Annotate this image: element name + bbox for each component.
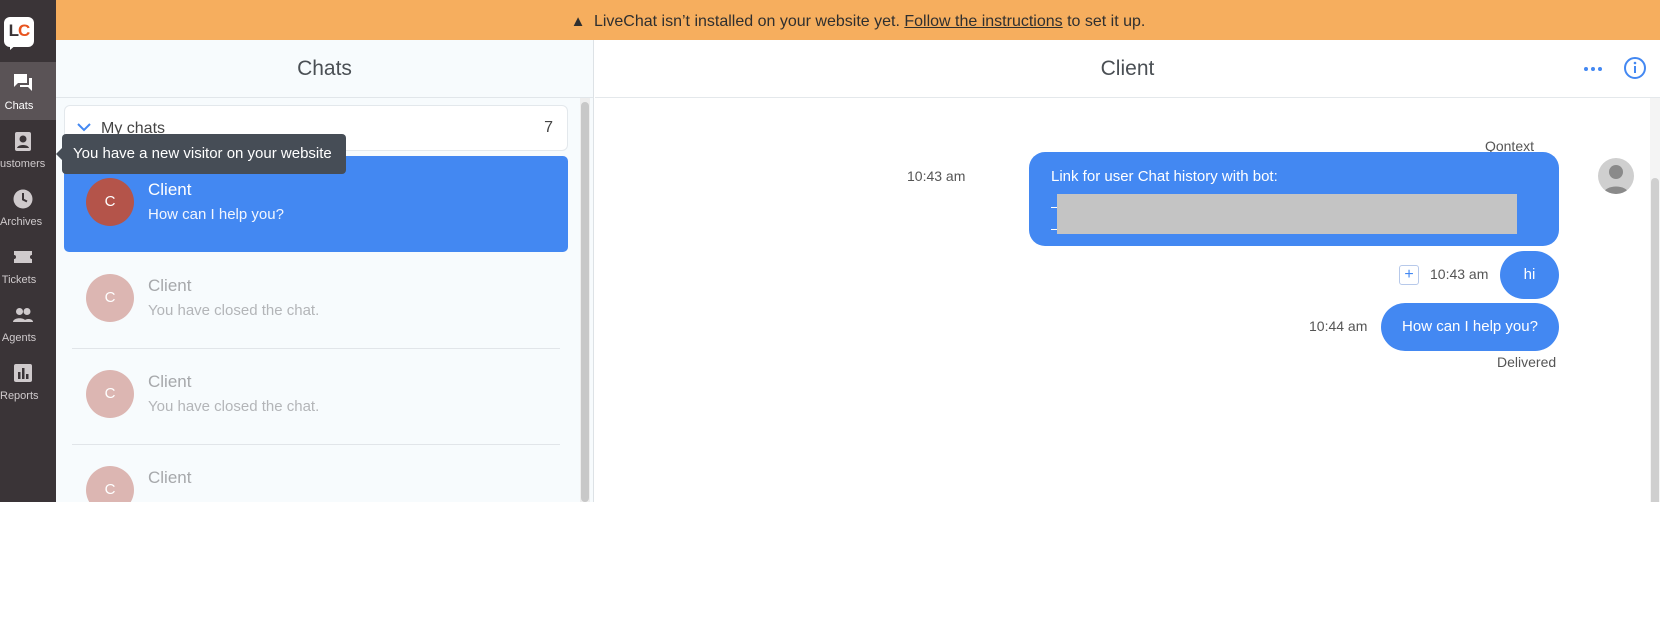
message-time: 10:44 am bbox=[1309, 318, 1368, 334]
reports-icon bbox=[14, 364, 32, 382]
customers-icon bbox=[15, 132, 31, 151]
rail-item-label: Agents bbox=[1, 332, 37, 344]
redacted-link bbox=[1057, 194, 1517, 234]
message-bubble: Link for user Chat history with bot: bbox=[1029, 152, 1559, 246]
chat-item-name: Client bbox=[148, 180, 192, 199]
chat-item-preview: You have closed the chat. bbox=[148, 398, 320, 415]
chat-list-item[interactable]: C Client You have closed the chat. bbox=[64, 348, 568, 444]
chevron-down-icon bbox=[77, 123, 91, 132]
conversation-panel: Client Qontext 10:43 am Link for user Ch… bbox=[595, 40, 1660, 502]
livechat-logo[interactable]: LC bbox=[4, 17, 34, 47]
archives-icon bbox=[13, 189, 33, 209]
rail-item-label: Tickets bbox=[1, 274, 37, 286]
chat-item-name: Client bbox=[148, 372, 192, 391]
rail-item-chats[interactable]: Chats bbox=[0, 62, 56, 120]
more-options-button[interactable] bbox=[1579, 56, 1607, 82]
message-time: 10:43 am bbox=[1430, 266, 1489, 282]
livechat-app: LC Chats ustomers Archives Tickets Agent… bbox=[0, 0, 1660, 502]
info-button[interactable] bbox=[1621, 54, 1649, 82]
info-icon bbox=[1624, 57, 1646, 79]
follow-instructions-link[interactable]: Follow the instructions bbox=[904, 13, 1062, 30]
agents-icon bbox=[13, 308, 33, 322]
my-chats-count: 7 bbox=[544, 119, 553, 136]
rail-item-label: ustomers bbox=[0, 158, 46, 170]
rail-item-reports[interactable]: Reports bbox=[0, 352, 56, 410]
chat-item-name: Client bbox=[148, 276, 192, 295]
install-warning-banner: ▲ LiveChat isn’t installed on your websi… bbox=[56, 0, 1660, 40]
chats-scrollbar[interactable] bbox=[580, 98, 590, 502]
nav-rail: LC Chats ustomers Archives Tickets Agent… bbox=[0, 0, 56, 502]
rail-item-customers[interactable]: ustomers bbox=[0, 120, 56, 178]
avatar: C bbox=[86, 466, 134, 502]
tickets-icon bbox=[14, 251, 32, 263]
avatar: C bbox=[86, 274, 134, 322]
rail-item-tickets[interactable]: Tickets bbox=[0, 236, 56, 294]
chats-panel: Chats My chats 7 You have a new visitor … bbox=[56, 40, 594, 502]
banner-text: LiveChat isn’t installed on your website… bbox=[593, 13, 900, 30]
warning-icon: ▲ bbox=[570, 13, 586, 30]
conversation-title: Client bbox=[595, 40, 1660, 98]
chats-icon bbox=[14, 74, 32, 91]
chat-list-item[interactable]: C Client bbox=[64, 444, 568, 502]
avatar: C bbox=[86, 178, 134, 226]
chat-item-preview: How can I help you? bbox=[148, 206, 284, 223]
avatar: C bbox=[86, 370, 134, 418]
message-bubble: How can I help you? bbox=[1381, 303, 1559, 351]
agent-avatar bbox=[1598, 158, 1634, 194]
rail-item-label: Chats bbox=[4, 100, 34, 112]
more-icon bbox=[1584, 67, 1602, 71]
add-button[interactable]: + bbox=[1399, 265, 1419, 285]
banner-text-tail: to set it up. bbox=[1067, 13, 1146, 30]
delivery-status: Delivered bbox=[1497, 354, 1557, 370]
rail-item-agents[interactable]: Agents bbox=[0, 294, 56, 352]
chats-title: Chats bbox=[56, 40, 593, 98]
rail-item-label: Archives bbox=[0, 216, 43, 228]
user-icon bbox=[1603, 165, 1629, 194]
message-bubble: hi bbox=[1500, 251, 1559, 299]
chat-item-preview: You have closed the chat. bbox=[148, 302, 320, 319]
chat-item-name: Client bbox=[148, 468, 192, 487]
rail-item-label: Reports bbox=[0, 390, 39, 402]
new-visitor-tooltip: You have a new visitor on your website bbox=[56, 134, 346, 174]
chat-list-item[interactable]: C Client You have closed the chat. bbox=[64, 252, 568, 348]
message-text: Link for user Chat history with bot: bbox=[1051, 168, 1278, 185]
conversation-scrollbar[interactable] bbox=[1650, 98, 1660, 502]
rail-item-archives[interactable]: Archives bbox=[0, 178, 56, 236]
message-time: 10:43 am bbox=[907, 168, 966, 184]
tooltip-text: You have a new visitor on your website bbox=[73, 145, 332, 162]
